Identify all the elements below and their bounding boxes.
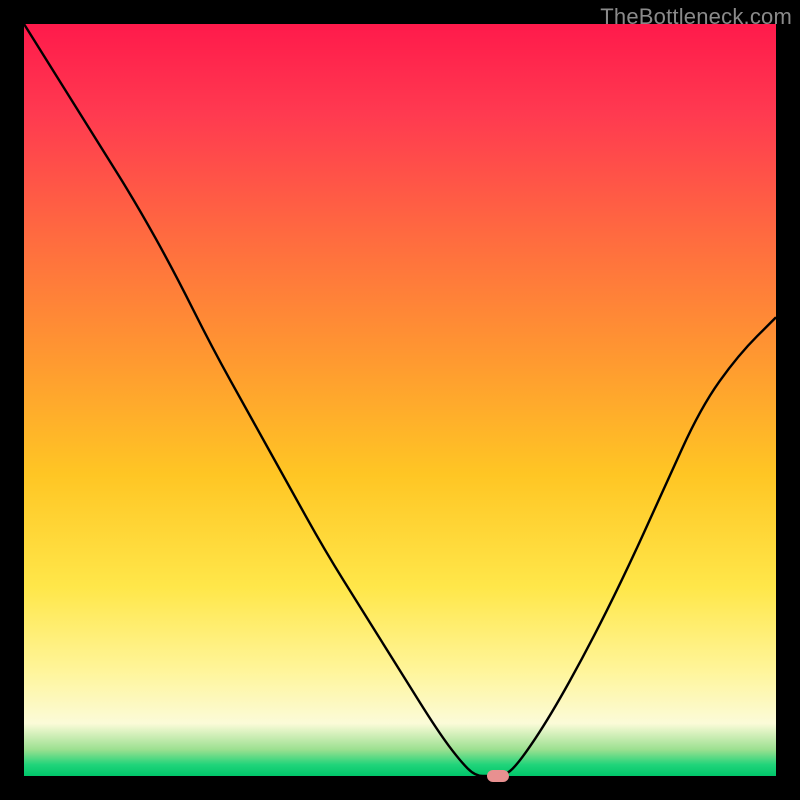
bottleneck-chart — [24, 24, 776, 776]
watermark-text: TheBottleneck.com — [600, 4, 792, 30]
chart-svg — [24, 24, 776, 776]
chart-background — [24, 24, 776, 776]
optimal-point-marker — [487, 770, 509, 782]
